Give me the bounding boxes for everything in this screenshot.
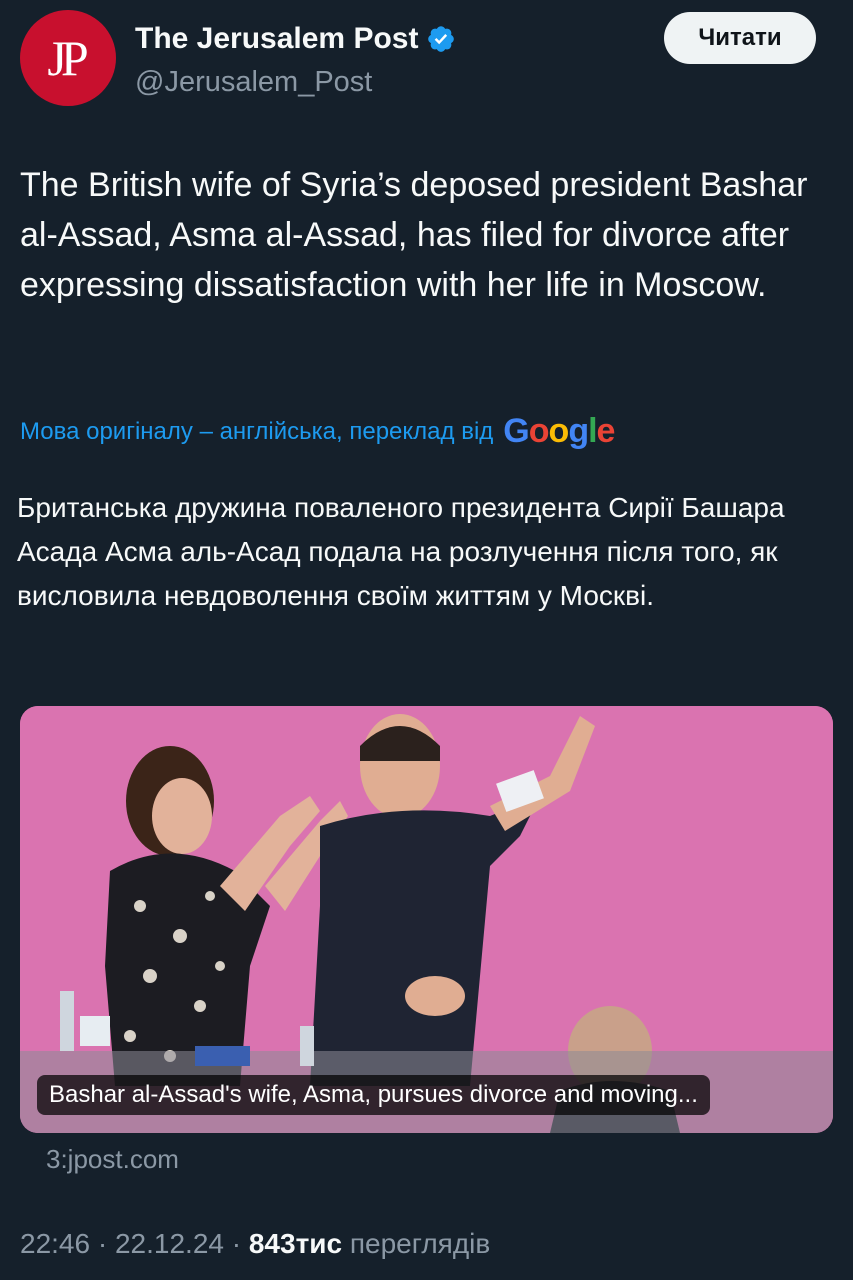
translated-text: Британська дружина поваленого президента… <box>17 492 785 611</box>
tweet-text: The British wife of Syria’s deposed pres… <box>20 166 808 304</box>
translation-note-text: Мова оригіналу – англійська, переклад ві… <box>20 417 494 445</box>
tweet-date[interactable]: 22.12.24 <box>115 1228 224 1259</box>
account-name-row: The Jerusalem Post <box>135 22 456 56</box>
views-count: 843тис <box>248 1228 343 1259</box>
source-link[interactable]: 3:jpost.com <box>46 1144 179 1175</box>
follow-button[interactable]: Читати <box>664 12 816 64</box>
meta-separator: · <box>97 1228 108 1259</box>
avatar-text: JP <box>47 30 88 86</box>
verified-badge-icon <box>428 26 455 52</box>
tweet-header: JP The Jerusalem Post @Jerusalem_Post Чи… <box>20 10 833 110</box>
link-card-caption: Bashar al-Assad's wife, Asma, pursues di… <box>37 1075 710 1115</box>
tweet-time[interactable]: 22:46 <box>20 1228 90 1259</box>
google-logo: Google <box>503 412 615 450</box>
views-label: переглядів <box>349 1228 491 1259</box>
tweet-meta: 22:46 · 22.12.24 · 843тис переглядів <box>20 1228 490 1260</box>
article-image <box>20 706 833 1133</box>
link-card[interactable]: Bashar al-Assad's wife, Asma, pursues di… <box>20 706 833 1133</box>
account-name[interactable]: The Jerusalem Post <box>135 22 418 56</box>
meta-separator: · <box>231 1228 242 1259</box>
translation-note[interactable]: Мова оригіналу – англійська, переклад ві… <box>20 412 615 451</box>
avatar[interactable]: JP <box>20 10 116 106</box>
account-handle[interactable]: @Jerusalem_Post <box>135 66 372 99</box>
